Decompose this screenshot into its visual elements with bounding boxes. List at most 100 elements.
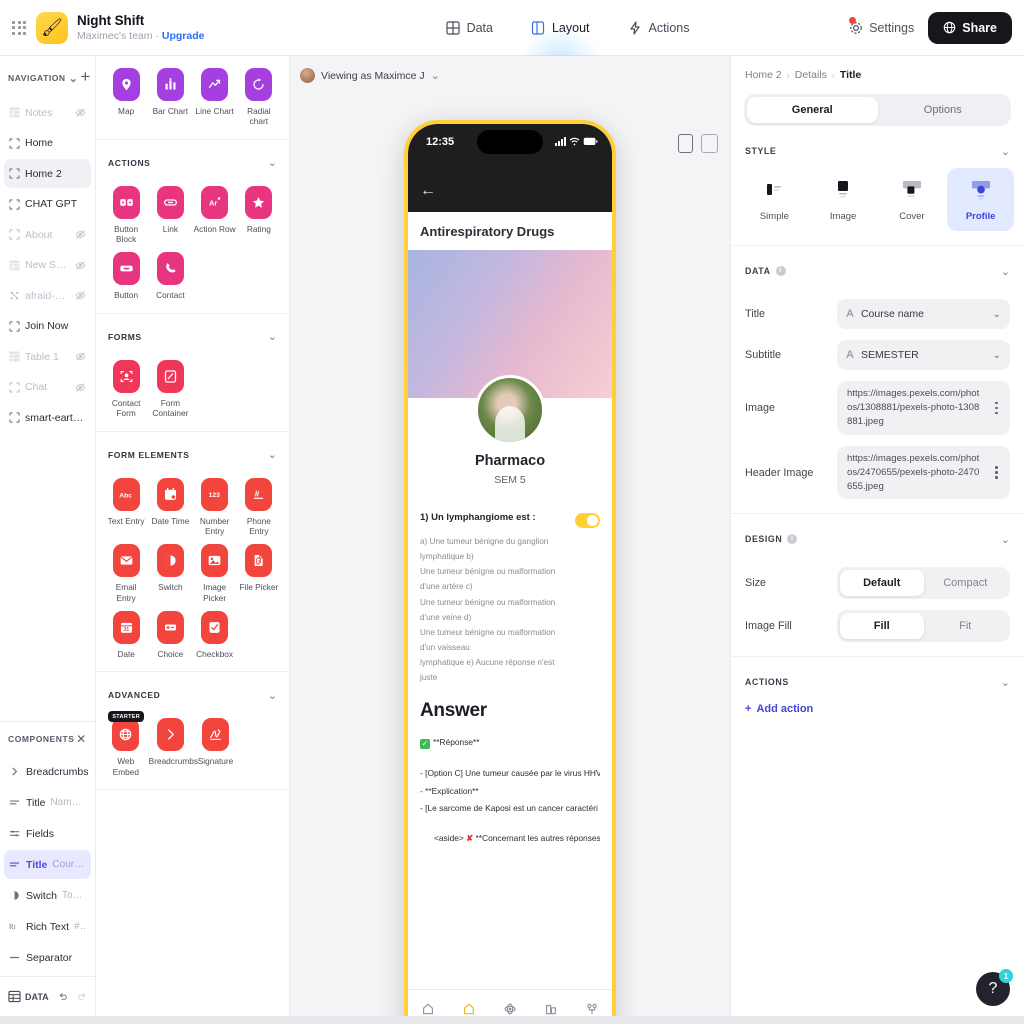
app-logo[interactable]: 🖌: [36, 11, 68, 44]
palette-item-form-container[interactable]: Form Container: [148, 354, 192, 421]
layer-item-title[interactable]: Title Course na...: [4, 850, 91, 879]
tab-data[interactable]: Data: [442, 0, 497, 55]
answer-toggle[interactable]: [575, 513, 600, 528]
tab-options[interactable]: Options: [878, 97, 1009, 123]
share-button[interactable]: Share: [928, 11, 1012, 44]
palette-item-action-row[interactable]: Ar Action Row: [193, 180, 237, 247]
palette-item-date-time[interactable]: Date Time: [148, 472, 192, 539]
sidebar-item-home[interactable]: Home: [4, 129, 91, 158]
palette-section-header[interactable]: ACTIONS ⌄: [96, 148, 289, 178]
phone-tab-home[interactable]: Home: [408, 1002, 449, 1016]
back-arrow-icon[interactable]: ←: [420, 182, 436, 200]
phone-tab-smart-earthq[interactable]: smart-earthq...: [571, 1002, 612, 1016]
upgrade-link[interactable]: Upgrade: [162, 30, 205, 42]
more-options-icon[interactable]: [990, 452, 1003, 494]
palette-item-switch[interactable]: Switch: [148, 538, 192, 605]
style-option-cover[interactable]: Cover: [879, 168, 946, 231]
app-switcher-icon[interactable]: [6, 15, 32, 41]
palette-section-header[interactable]: FORMS ⌄: [96, 322, 289, 352]
sidebar-item-home-2[interactable]: Home 2: [4, 159, 91, 188]
sidebar-item-table-1[interactable]: Table 1: [4, 342, 91, 371]
palette-item-signature[interactable]: Signature: [194, 712, 238, 779]
eye-off-icon[interactable]: [75, 290, 86, 301]
style-option-image[interactable]: Image: [810, 168, 877, 231]
help-button[interactable]: ? 1: [976, 969, 1013, 1006]
navigation-title[interactable]: NAVIGATION ⌄: [8, 72, 78, 85]
palette-item-button[interactable]: Button: [104, 246, 148, 302]
eye-off-icon[interactable]: [75, 260, 86, 271]
breadcrumb-item-1[interactable]: Details: [795, 69, 827, 81]
eye-off-icon[interactable]: [75, 107, 86, 118]
layer-item-switch[interactable]: Switch Toggle: [4, 881, 91, 910]
phone-device-icon[interactable]: [678, 134, 693, 153]
chevron-down-icon[interactable]: ⌄: [268, 448, 277, 461]
style-option-simple[interactable]: Simple: [741, 168, 808, 231]
select-field-subtitle[interactable]: A SEMESTER ⌄: [837, 340, 1010, 370]
style-option-profile[interactable]: Profile: [947, 168, 1014, 231]
palette-item-button-block[interactable]: Button Block: [104, 180, 148, 247]
palette-item-contact-form[interactable]: Contact Form: [104, 354, 148, 421]
layer-item-rich-text[interactable]: Rt Rich Text # Ans...: [4, 912, 91, 941]
toggle-option-fit[interactable]: Fit: [924, 613, 1008, 639]
eye-off-icon[interactable]: [75, 229, 86, 240]
more-options-icon[interactable]: [990, 387, 1003, 429]
eye-off-icon[interactable]: [75, 382, 86, 393]
select-field-title[interactable]: A Course name ⌄: [837, 299, 1010, 329]
palette-item-radial-chart[interactable]: Radial chart: [237, 62, 281, 129]
palette-item-number-entry[interactable]: 123 Number Entry: [193, 472, 237, 539]
viewing-as-selector[interactable]: Viewing as Maximce J ⌄: [300, 68, 440, 83]
phone-tab-home-2[interactable]: Home 2: [449, 1002, 490, 1016]
breadcrumb-item-0[interactable]: Home 2: [745, 69, 782, 81]
palette-item-file-picker[interactable]: File Picker: [237, 538, 281, 605]
toggle-option-fill[interactable]: Fill: [840, 613, 924, 640]
phone-tab-join-now[interactable]: Join Now: [530, 1002, 571, 1016]
palette-item-link[interactable]: Link: [148, 180, 192, 247]
layer-item-title[interactable]: Title Name of t...: [4, 788, 91, 817]
toggle-option-default[interactable]: Default: [840, 570, 924, 597]
layer-item-breadcrumbs[interactable]: Breadcrumbs: [4, 757, 91, 786]
sidebar-item-about[interactable]: About: [4, 220, 91, 249]
undo-icon[interactable]: [58, 989, 68, 1004]
layer-item-separator[interactable]: Separator: [4, 943, 91, 972]
info-icon[interactable]: i: [775, 266, 786, 276]
sidebar-item-notes[interactable]: Notes: [4, 98, 91, 127]
add-screen-button[interactable]: +: [78, 68, 92, 88]
add-action-button[interactable]: + Add action: [731, 699, 1024, 715]
palette-item-image-picker[interactable]: Image Picker: [193, 538, 237, 605]
phone-tab-chat-gpt[interactable]: CHAT GPT: [490, 1002, 531, 1016]
palette-item-breadcrumbs[interactable]: Breadcrumbs: [148, 712, 198, 779]
sidebar-item-new-scr[interactable]: New Scr...: [4, 251, 91, 280]
tab-general[interactable]: General: [747, 97, 878, 123]
palette-item-line-chart[interactable]: Line Chart: [193, 62, 237, 129]
chevron-down-icon[interactable]: ⌄: [1001, 265, 1010, 278]
chevron-down-icon[interactable]: ⌄: [1001, 145, 1010, 158]
palette-item-date[interactable]: 31 Date: [104, 605, 148, 661]
chevron-down-icon[interactable]: ⌄: [268, 330, 277, 343]
toggle-option-compact[interactable]: Compact: [924, 570, 1008, 596]
palette-section-header[interactable]: ADVANCED ⌄: [96, 680, 289, 710]
sidebar-item-chat[interactable]: Chat: [4, 373, 91, 402]
close-icon[interactable]: ✕: [74, 730, 88, 748]
settings-button[interactable]: Settings: [845, 16, 918, 39]
sidebar-item-afraid-sk[interactable]: afraid-sk...: [4, 281, 91, 310]
layer-item-fields[interactable]: Fields: [4, 819, 91, 848]
sidebar-item-smart-earthq[interactable]: smart-earthq...: [4, 403, 91, 432]
redo-icon[interactable]: [77, 989, 87, 1004]
palette-item-rating[interactable]: Rating: [237, 180, 281, 247]
palette-item-web-embed[interactable]: STARTER Web Embed: [104, 711, 148, 779]
palette-section-header[interactable]: FORM ELEMENTS ⌄: [96, 440, 289, 470]
url-field-header-image[interactable]: https://images.pexels.com/photos/2470655…: [837, 445, 1010, 500]
chevron-down-icon[interactable]: ⌄: [1001, 676, 1010, 689]
palette-item-text-entry[interactable]: Abc Text Entry: [104, 472, 148, 539]
url-field-image[interactable]: https://images.pexels.com/photos/1308881…: [837, 381, 1010, 435]
palette-item-email-entry[interactable]: Email Entry: [104, 538, 148, 605]
palette-item-choice[interactable]: Choice: [148, 605, 192, 661]
chevron-down-icon[interactable]: ⌄: [268, 689, 277, 702]
palette-item-checkbox[interactable]: Checkbox: [193, 605, 237, 661]
palette-item-bar-chart[interactable]: Bar Chart: [148, 62, 192, 129]
sidebar-item-join-now[interactable]: Join Now: [4, 312, 91, 341]
palette-item-contact[interactable]: Contact: [148, 246, 192, 302]
palette-item-phone-entry[interactable]: # Phone Entry: [237, 472, 281, 539]
chevron-down-icon[interactable]: ⌄: [1001, 533, 1010, 546]
tab-layout[interactable]: Layout: [519, 0, 601, 56]
